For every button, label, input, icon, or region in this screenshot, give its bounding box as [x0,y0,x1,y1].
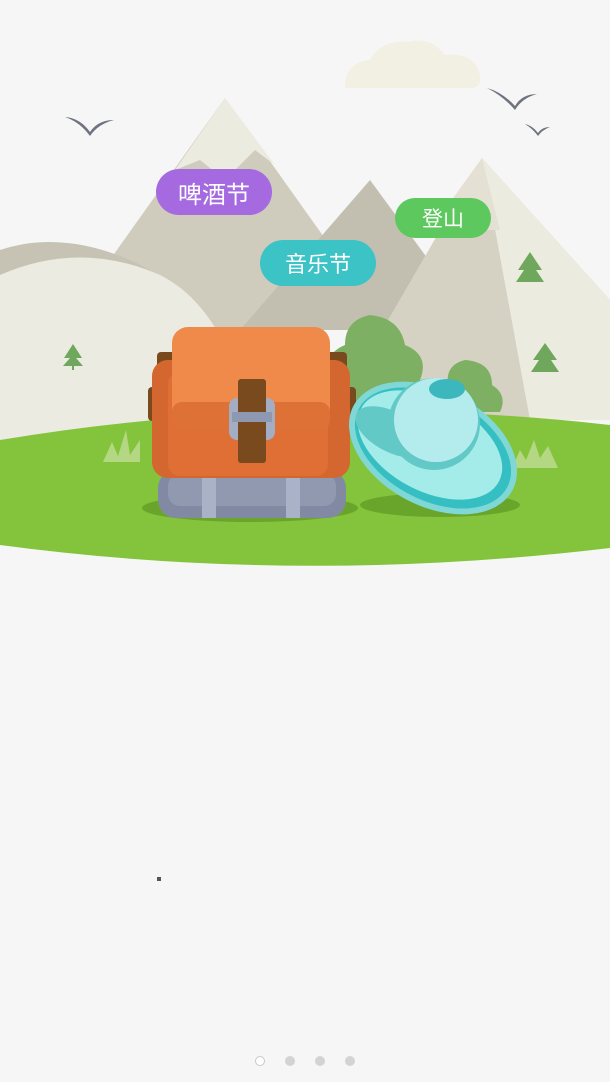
page-indicator [0,1056,610,1070]
bird-icon [525,124,550,136]
stray-dot [157,877,161,881]
tag-music-festival[interactable]: 音乐节 [260,240,376,286]
bird-icon [65,117,114,136]
travel-illustration [0,40,610,566]
page-dot-4[interactable] [345,1056,355,1066]
onboarding-screen: 啤酒节 音乐节 登山 [0,0,610,1082]
page-dot-2[interactable] [285,1056,295,1066]
page-dot-3[interactable] [315,1056,325,1066]
page-dot-1[interactable] [255,1056,265,1066]
bird-icon [487,88,537,110]
tag-hiking[interactable]: 登山 [395,198,491,238]
cloud-icon [345,40,481,88]
tag-beer-festival[interactable]: 啤酒节 [156,169,272,215]
backpack-icon [148,327,356,518]
